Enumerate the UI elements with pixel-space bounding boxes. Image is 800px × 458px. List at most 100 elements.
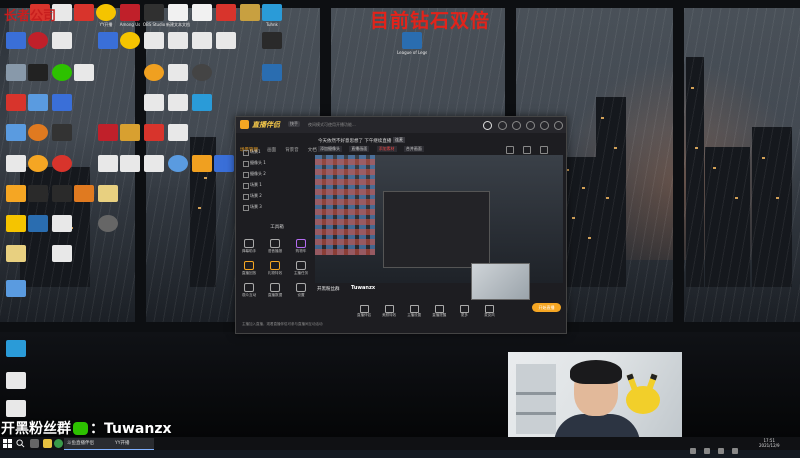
volume-icon[interactable] [718, 448, 725, 454]
app-icon[interactable] [262, 64, 282, 81]
chart-app-icon[interactable] [262, 32, 282, 49]
wechat-desktop-icon[interactable] [52, 64, 72, 81]
lol-icon[interactable] [240, 4, 260, 21]
app-icon[interactable] [74, 4, 94, 21]
scene-item[interactable]: 场景 2 [240, 191, 314, 201]
document-icon[interactable] [216, 32, 236, 49]
taskbar-window[interactable]: YY开播 [112, 438, 154, 450]
menu-icon[interactable] [512, 121, 521, 130]
settings-icon[interactable] [498, 121, 507, 130]
app-icon[interactable] [6, 124, 26, 141]
document-icon[interactable] [144, 32, 164, 49]
start-live-button[interactable]: 开始直播 [532, 303, 561, 312]
close-icon[interactable] [554, 121, 563, 130]
app-icon[interactable] [168, 155, 188, 172]
scene-item[interactable]: 场景1 [240, 147, 314, 157]
input-method-icon[interactable] [732, 448, 739, 454]
fullscreen-icon[interactable] [506, 146, 514, 154]
document-icon[interactable] [52, 215, 72, 232]
bottom-tool[interactable]: 主播设置 [404, 305, 424, 318]
folder-icon[interactable] [6, 245, 26, 262]
avatar-icon[interactable] [98, 215, 118, 232]
live-view-button[interactable]: 直播画面 [349, 146, 370, 152]
scene-item[interactable]: 场景 1 [240, 180, 314, 190]
document-icon[interactable] [168, 124, 188, 141]
app-icon[interactable] [144, 64, 164, 81]
document-icon[interactable] [6, 372, 26, 389]
among-us-icon[interactable] [120, 4, 140, 21]
tool-cart[interactable]: 购物车 [289, 239, 313, 254]
chrome-icon[interactable] [54, 439, 63, 448]
taskbar-window[interactable]: 斗鱼直播伴侣 [64, 438, 112, 450]
app-icon[interactable] [28, 32, 48, 49]
app-icon[interactable] [192, 155, 212, 172]
app-icon[interactable] [192, 94, 212, 111]
app-icon[interactable] [98, 32, 118, 49]
app-icon[interactable] [28, 155, 48, 172]
merge-view-button[interactable]: 合并画面 [403, 146, 424, 152]
minimize-icon[interactable] [526, 121, 535, 130]
document-icon[interactable] [144, 155, 164, 172]
file-explorer-icon[interactable] [43, 439, 52, 448]
document-icon[interactable] [192, 4, 212, 21]
tray-icon[interactable] [690, 448, 696, 454]
obs-icon[interactable] [192, 64, 212, 81]
app-icon[interactable] [6, 340, 26, 357]
bottom-tool[interactable]: 直播伴侣 [354, 305, 374, 318]
obs-icon[interactable] [144, 4, 164, 21]
app-icon[interactable] [6, 280, 26, 297]
app-icon[interactable] [6, 64, 26, 81]
document-icon[interactable] [168, 94, 188, 111]
app-icon[interactable] [52, 124, 72, 141]
app-icon[interactable] [6, 215, 26, 232]
mirror-icon[interactable] [540, 146, 549, 154]
tool-task[interactable]: 主播任务 [289, 261, 313, 276]
document-icon[interactable] [192, 32, 212, 49]
add-camera-button[interactable]: 添加摄像头 [318, 146, 342, 152]
app-icon[interactable] [6, 32, 26, 49]
app-icon[interactable] [52, 94, 72, 111]
app-icon[interactable] [28, 64, 48, 81]
windows-start-icon[interactable] [3, 439, 12, 448]
tool-replay[interactable]: 直播回放 [237, 261, 261, 276]
tool-data[interactable]: 直播数据 [263, 283, 287, 298]
document-icon[interactable] [6, 400, 26, 417]
bottom-tool[interactable]: 直播提醒 [429, 305, 449, 318]
app-icon[interactable] [144, 124, 164, 141]
tool-gift[interactable]: 礼物特效 [263, 261, 287, 276]
avatar-icon[interactable] [483, 121, 492, 130]
document-icon[interactable] [52, 245, 72, 262]
document-icon[interactable] [6, 155, 26, 172]
preview-tag[interactable]: 连麦 [393, 137, 405, 143]
add-material-button[interactable]: 添加素材 [376, 146, 397, 152]
scene-item[interactable]: 摄像头 2 [240, 169, 314, 179]
app-icon[interactable] [52, 155, 72, 172]
app-icon[interactable] [6, 185, 26, 202]
streaming-app-window[interactable]: 直播伴侣 快手 夜间模式可使用开播功能... 场景管理 画面 背景音 文档 场景… [235, 116, 567, 334]
tool-danmaku[interactable]: 弹幕助手 [237, 239, 261, 254]
taskbar-clock[interactable]: 17:51 2021/12/9 [759, 438, 780, 448]
app-icon[interactable] [98, 124, 118, 141]
app-icon[interactable] [120, 32, 140, 49]
tool-audience[interactable]: 观众互动 [237, 283, 261, 298]
yy-icon[interactable] [96, 4, 116, 21]
app-titlebar[interactable]: 直播伴侣 快手 夜间模式可使用开播功能... [236, 117, 566, 133]
document-icon[interactable] [144, 94, 164, 111]
app-icon[interactable] [28, 94, 48, 111]
app-icon[interactable] [28, 215, 48, 232]
document-icon[interactable] [74, 64, 94, 81]
app-icon[interactable] [28, 185, 48, 202]
document-icon[interactable] [168, 32, 188, 49]
document-icon[interactable] [168, 64, 188, 81]
scene-item[interactable]: 场景 3 [240, 202, 314, 212]
bottom-tool[interactable]: 更多 [454, 305, 474, 318]
app-icon[interactable] [216, 4, 236, 21]
scene-item[interactable]: 摄像头 1 [240, 158, 314, 168]
bottom-tool[interactable]: 麦克风 [479, 305, 499, 318]
app-icon[interactable] [74, 185, 94, 202]
app-user-badge[interactable]: 快手 [288, 121, 300, 127]
app-icon[interactable] [120, 124, 140, 141]
app-icon[interactable] [28, 124, 48, 141]
network-icon[interactable] [704, 448, 711, 454]
app-icon[interactable] [214, 155, 234, 172]
